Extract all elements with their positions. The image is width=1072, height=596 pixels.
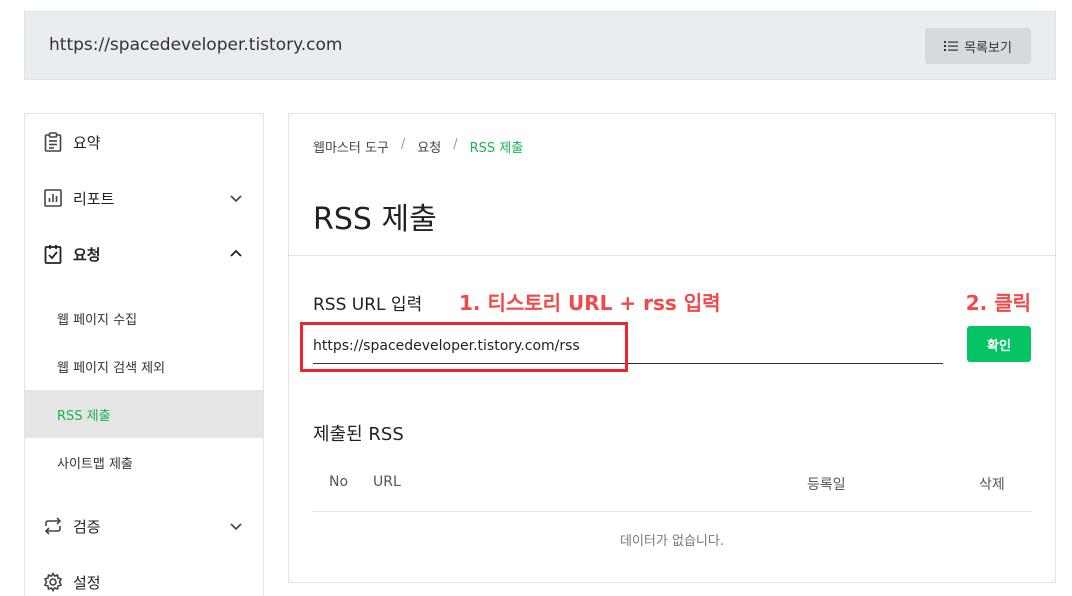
- page-title: RSS 제출: [313, 202, 437, 237]
- main-content-panel: 웹마스터 도구 / 요청 / RSS 제출 RSS 제출 RSS URL 입력 …: [288, 113, 1056, 583]
- rss-url-input[interactable]: [313, 328, 943, 364]
- list-icon: [944, 41, 959, 51]
- chevron-up-icon: [230, 249, 242, 257]
- sidebar-subitem-crawl[interactable]: 웹 페이지 수집: [25, 294, 263, 342]
- submitted-rss-title: 제출된 RSS: [313, 424, 404, 445]
- annotation-step2: 2. 클릭: [965, 291, 1031, 315]
- sidebar-item-request[interactable]: 요청: [25, 234, 263, 274]
- sidebar-item-label: 요청: [73, 245, 101, 264]
- sidebar-subitem-rss[interactable]: RSS 제출: [25, 390, 263, 438]
- chevron-down-icon: [230, 523, 242, 531]
- site-url: https://spacedeveloper.tistory.com: [49, 35, 343, 55]
- divider: [289, 255, 1055, 256]
- list-view-button[interactable]: 목록보기: [925, 28, 1031, 64]
- sidebar-item-label: 요약: [73, 133, 101, 152]
- list-view-label: 목록보기: [964, 40, 1012, 56]
- sidebar-item-label: 리포트: [73, 189, 115, 208]
- site-header-bar: https://spacedeveloper.tistory.com 목록보기: [24, 11, 1056, 80]
- column-header-no: No: [329, 474, 349, 490]
- column-header-date: 등록일: [807, 477, 846, 493]
- column-header-delete: 삭제: [979, 477, 1005, 493]
- repeat-icon: [43, 516, 63, 536]
- bar-chart-icon: [43, 188, 63, 208]
- breadcrumb-separator: /: [453, 137, 458, 152]
- gear-icon: [43, 572, 63, 592]
- sidebar-item-label: 설정: [73, 573, 101, 592]
- sidebar-subitem-exclude[interactable]: 웹 페이지 검색 제외: [25, 342, 263, 390]
- confirm-button[interactable]: 확인: [967, 326, 1031, 362]
- table-header: No URL 등록일 삭제: [313, 474, 1031, 512]
- sidebar: 요약 리포트 요청 웹 페이지 수집 웹 페이지 검색 제외 RSS 제출 사이…: [24, 113, 264, 596]
- breadcrumb-current: RSS 제출: [469, 141, 524, 156]
- sidebar-item-settings[interactable]: 설정: [25, 562, 263, 596]
- chevron-down-icon: [230, 195, 242, 203]
- empty-table-message: 데이터가 없습니다.: [620, 534, 724, 549]
- breadcrumb-item[interactable]: 요청: [417, 137, 441, 156]
- annotation-step1: 1. 티스토리 URL + rss 입력: [459, 291, 721, 315]
- sidebar-item-verify[interactable]: 검증: [25, 506, 263, 546]
- breadcrumb-item[interactable]: 웹마스터 도구: [313, 137, 389, 156]
- breadcrumb: 웹마스터 도구 / 요청 / RSS 제출: [313, 137, 523, 156]
- sidebar-item-summary[interactable]: 요약: [25, 122, 263, 162]
- breadcrumb-separator: /: [400, 137, 406, 152]
- rss-url-label: RSS URL 입력: [313, 295, 423, 315]
- sidebar-subitem-sitemap[interactable]: 사이트맵 제출: [25, 438, 263, 486]
- clipboard-icon: [43, 132, 63, 152]
- sidebar-item-report[interactable]: 리포트: [25, 178, 263, 218]
- sidebar-item-label: 검증: [73, 517, 101, 536]
- column-header-url: URL: [373, 474, 401, 490]
- checklist-icon: [43, 244, 63, 264]
